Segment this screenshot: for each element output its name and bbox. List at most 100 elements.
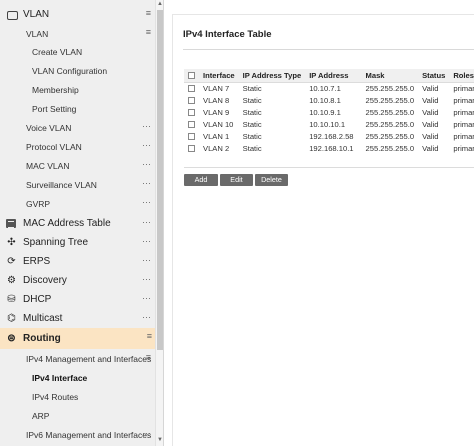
sidebar-item-vlan[interactable]: VLAN ≡: [0, 5, 155, 24]
sidebar-item-label: IPv4 Interface: [32, 372, 88, 383]
cell-roles: primary: [453, 131, 474, 141]
scroll-up-icon[interactable]: ▲: [156, 0, 163, 8]
sidebar-item-ipv4-routes[interactable]: IPv4 Routes: [0, 387, 155, 406]
select-all-header[interactable]: [184, 69, 199, 83]
spanning-tree-icon: ✣: [7, 237, 16, 248]
sidebar-item-mac-address-table[interactable]: MAC Address Table ···: [0, 214, 155, 233]
sidebar-item-label: Create VLAN: [32, 46, 83, 57]
cell-mask: 255.255.255.0: [365, 143, 415, 153]
more-dots-icon[interactable]: ···: [142, 121, 151, 131]
col-ip-address-type-header[interactable]: IP Address Type: [238, 69, 306, 83]
edit-button[interactable]: Edit: [220, 174, 253, 186]
sidebar-item-ipv4-interface[interactable]: IPv4 Interface: [0, 368, 155, 387]
sidebar-item-surveillance-vlan[interactable]: Surveillance VLAN ···: [0, 175, 155, 194]
cell-mask: 255.255.255.0: [365, 107, 415, 117]
menu-lines-icon[interactable]: ≡: [146, 8, 151, 18]
cell-ip-address-type: Static: [242, 107, 262, 117]
row-checkbox[interactable]: [188, 133, 195, 140]
sidebar-item-label: Protocol VLAN: [26, 141, 82, 152]
sidebar-item-vlan[interactable]: VLAN ≡: [0, 24, 155, 43]
more-dots-icon[interactable]: ···: [142, 236, 151, 246]
more-dots-icon[interactable]: ···: [142, 140, 151, 150]
row-checkbox[interactable]: [188, 109, 195, 116]
row-checkbox[interactable]: [188, 97, 195, 104]
scrollbar-thumb[interactable]: [157, 10, 163, 350]
more-dots-icon[interactable]: ···: [142, 255, 151, 265]
sidebar-nav: VLAN ≡ VLAN ≡ Create VLAN VLAN Configuration M…: [0, 0, 164, 446]
sidebar-item-label: DHCP: [23, 294, 52, 305]
col-interface-header[interactable]: Interface: [199, 69, 239, 83]
add-button[interactable]: Add: [184, 174, 218, 186]
more-dots-icon[interactable]: ···: [142, 217, 151, 227]
col-roles-header[interactable]: Roles: [449, 69, 474, 83]
cell-status: Valid: [422, 107, 439, 117]
table-row[interactable]: VLAN 7 Static 10.10.7.1 255.255.255.0 Valid p…: [184, 82, 474, 94]
table-row[interactable]: VLAN 9 Static 10.10.9.1 255.255.255.0 Valid p…: [184, 106, 474, 118]
row-select-cell[interactable]: [184, 82, 199, 94]
row-checkbox[interactable]: [188, 121, 195, 128]
row-select-cell[interactable]: [184, 142, 199, 154]
table-row[interactable]: VLAN 2 Static 192.168.10.1 255.255.255.0 Val…: [184, 142, 474, 154]
scroll-down-icon[interactable]: ▼: [156, 436, 163, 444]
table-row[interactable]: VLAN 8 Static 10.10.8.1 255.255.255.0 Valid p…: [184, 94, 474, 106]
more-dots-icon[interactable]: ···: [142, 428, 151, 438]
sidebar-item-label: GVRP: [26, 198, 51, 209]
sidebar-item-label: Surveillance VLAN: [26, 179, 97, 190]
sidebar-item-dhcp[interactable]: ⛁ DHCP ···: [0, 290, 155, 309]
cell-ip-address-type: Static: [242, 119, 262, 129]
select-all-checkbox[interactable]: [188, 72, 195, 80]
sidebar-item-multicast[interactable]: ⌬ Multicast ···: [0, 309, 155, 328]
row-select-cell[interactable]: [184, 106, 199, 118]
col-ip-address-header[interactable]: IP Address: [305, 69, 358, 83]
sidebar-item-gvrp[interactable]: GVRP ···: [0, 194, 155, 213]
ipv4-interface-table: Interface IP Address Type IP Address Mas…: [184, 69, 474, 154]
more-dots-icon[interactable]: ···: [142, 178, 151, 188]
sidebar-item-label: Port Setting: [32, 103, 77, 114]
sidebar-item-label: IPv4 Routes: [32, 391, 79, 402]
sidebar-item-arp[interactable]: ARP: [0, 406, 155, 425]
row-checkbox[interactable]: [188, 145, 195, 152]
sidebar-item-discovery[interactable]: ⚙ Discovery ···: [0, 271, 155, 290]
menu-lines-icon[interactable]: ≡: [146, 27, 151, 37]
col-mask-header[interactable]: Mask: [357, 69, 419, 83]
row-checkbox[interactable]: [188, 85, 195, 93]
cell-interface: VLAN 7: [203, 83, 230, 93]
sidebar-item-mac-vlan[interactable]: MAC VLAN ···: [0, 156, 155, 175]
row-select-cell[interactable]: [184, 94, 199, 106]
sidebar-scrollbar[interactable]: ▲ ▼: [155, 0, 163, 446]
row-select-cell[interactable]: [184, 130, 199, 142]
sidebar-item-vlan-configuration[interactable]: VLAN Configuration: [0, 61, 155, 80]
cell-status: Valid: [422, 143, 439, 153]
sidebar-item-protocol-vlan[interactable]: Protocol VLAN ···: [0, 137, 155, 156]
sidebar-item-port-setting[interactable]: Port Setting: [0, 99, 155, 118]
sidebar-item-spanning-tree[interactable]: ✣ Spanning Tree ···: [0, 233, 155, 252]
sidebar-item-voice-vlan[interactable]: Voice VLAN ···: [0, 118, 155, 137]
table-row[interactable]: VLAN 10 Static 10.10.10.1 255.255.255.0 Vali…: [184, 118, 474, 130]
sidebar-item-label: Discovery: [23, 275, 67, 286]
more-dots-icon[interactable]: ···: [142, 293, 151, 303]
more-dots-icon[interactable]: ···: [142, 197, 151, 207]
sidebar-item-membership[interactable]: Membership: [0, 80, 155, 99]
col-status-header[interactable]: Status: [418, 69, 450, 83]
sidebar-item-routing[interactable]: ⊜ Routing ≡: [0, 328, 156, 349]
sidebar-item-ipv4-management-and-interfaces[interactable]: IPv4 Management and Interfaces ≡: [0, 349, 155, 368]
database-icon: ⛁: [7, 294, 16, 305]
sidebar-item-label: Routing: [23, 333, 61, 344]
table-row[interactable]: VLAN 1 Static 192.168.2.58 255.255.255.0 Val…: [184, 130, 474, 142]
more-dots-icon[interactable]: ···: [142, 312, 151, 322]
routing-icon: ⊜: [7, 333, 16, 344]
more-dots-icon[interactable]: ···: [142, 159, 151, 169]
more-dots-icon[interactable]: ···: [142, 274, 151, 284]
sidebar-item-ipv6-management-and-interfaces[interactable]: IPv6 Management and Interfaces ···: [0, 425, 155, 444]
menu-lines-icon[interactable]: ≡: [146, 352, 151, 362]
sidebar-item-label: ARP: [32, 410, 50, 421]
row-select-cell[interactable]: [184, 118, 199, 130]
table-header-row: Interface IP Address Type IP Address Mas…: [184, 69, 474, 83]
cell-ip-address: 10.10.8.1: [309, 95, 341, 105]
cell-ip-address-type: Static: [242, 95, 262, 105]
menu-lines-icon[interactable]: ≡: [147, 331, 152, 341]
sidebar-item-erps[interactable]: ⟳ ERPS ···: [0, 252, 155, 271]
cell-ip-address: 10.10.7.1: [309, 83, 341, 93]
delete-button[interactable]: Delete: [255, 174, 288, 186]
sidebar-item-create-vlan[interactable]: Create VLAN: [0, 42, 155, 61]
